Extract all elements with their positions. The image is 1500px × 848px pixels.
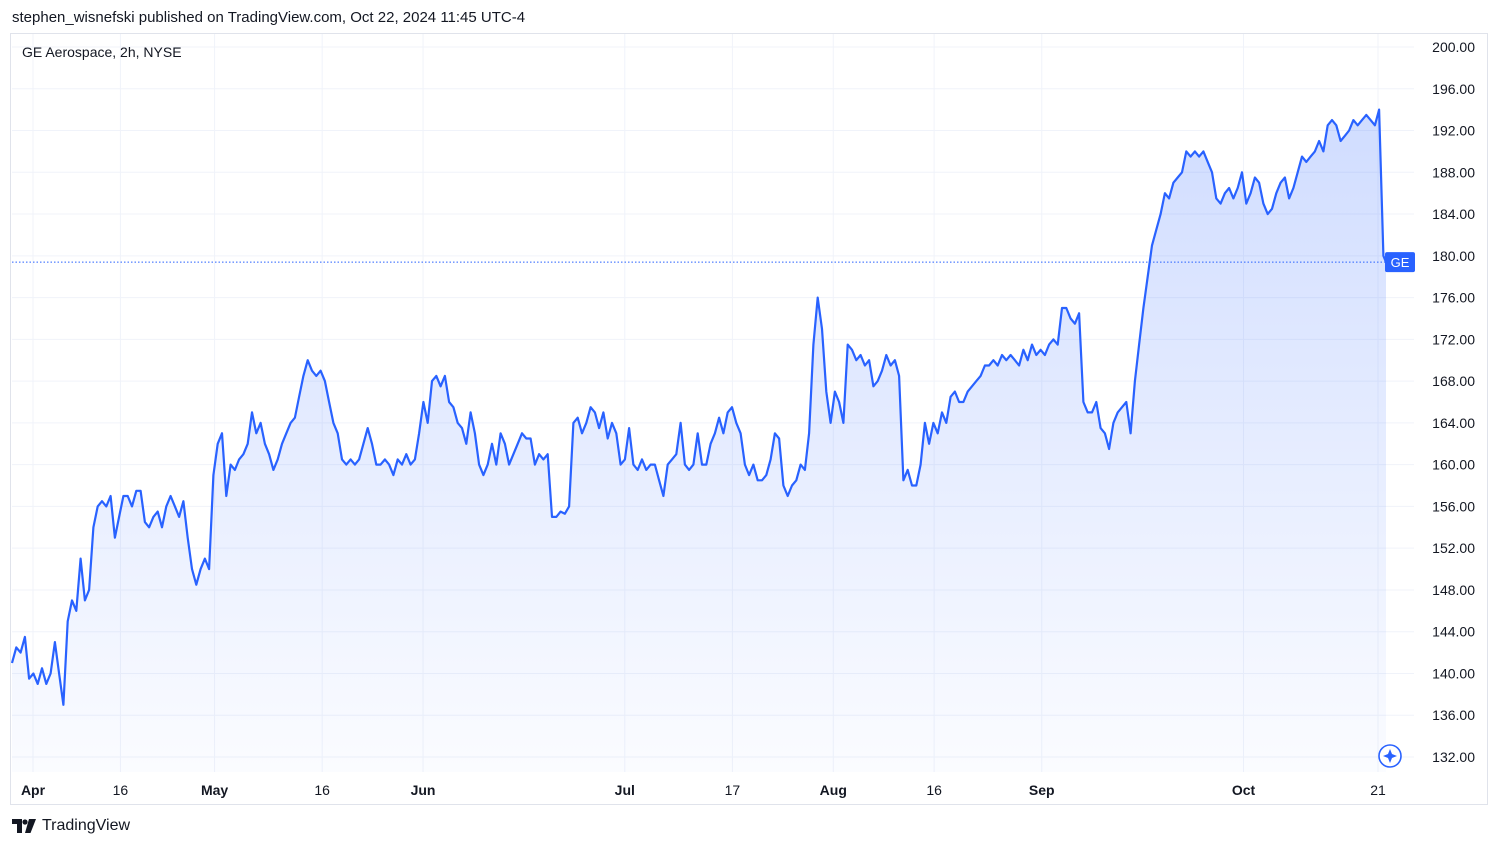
x-tick-label: 16 — [314, 782, 330, 798]
y-axis: 200.00 196.00 192.00 188.00 184.00 180.00 176.… — [1432, 39, 1475, 765]
symbol-badge-label: GE — [1391, 255, 1410, 270]
x-tick-label: 16 — [926, 782, 942, 798]
tradingview-logo-icon — [12, 819, 36, 833]
tradingview-logo[interactable]: TradingView — [12, 817, 130, 835]
y-tick-label: 196.00 — [1432, 81, 1475, 97]
y-tick-label: 172.00 — [1432, 331, 1475, 347]
x-tick-label: Jun — [411, 782, 436, 798]
x-axis: Apr 16 May 16 Jun Jul 17 Aug 16 Sep Oct 21 — [21, 782, 1386, 798]
x-tick-label: 16 — [113, 782, 129, 798]
y-tick-label: 152.00 — [1432, 540, 1475, 556]
last-price-badge: GE — [1385, 252, 1415, 273]
tradingview-brand: TradingView — [42, 817, 131, 834]
y-tick-label: 184.00 — [1432, 206, 1475, 222]
y-tick-label: 192.00 — [1432, 123, 1475, 139]
x-tick-label: Jul — [615, 782, 635, 798]
x-tick-label: Aug — [820, 782, 847, 798]
y-tick-label: 132.00 — [1432, 749, 1475, 765]
x-tick-label: Oct — [1232, 782, 1256, 798]
y-tick-label: 144.00 — [1432, 624, 1475, 640]
x-tick-label: May — [201, 782, 228, 798]
y-tick-label: 188.00 — [1432, 164, 1475, 180]
chart-title: GE Aerospace, 2h, NYSE — [22, 44, 182, 60]
price-chart[interactable]: 200.00 196.00 192.00 188.00 184.00 180.00 176.… — [0, 0, 1500, 810]
x-tick-label: Sep — [1029, 782, 1055, 798]
y-tick-label: 200.00 — [1432, 39, 1475, 55]
x-tick-label: Apr — [21, 782, 46, 798]
y-tick-label: 176.00 — [1432, 290, 1475, 306]
x-tick-label: 17 — [725, 782, 741, 798]
y-tick-label: 180.00 — [1432, 248, 1475, 264]
y-tick-label: 148.00 — [1432, 582, 1475, 598]
y-tick-label: 140.00 — [1432, 665, 1475, 681]
y-tick-label: 136.00 — [1432, 707, 1475, 723]
y-tick-label: 160.00 — [1432, 457, 1475, 473]
compass-icon[interactable] — [1378, 744, 1402, 768]
x-tick-label: 21 — [1370, 782, 1386, 798]
y-tick-label: 156.00 — [1432, 498, 1475, 514]
y-tick-label: 168.00 — [1432, 373, 1475, 389]
y-tick-label: 164.00 — [1432, 415, 1475, 431]
